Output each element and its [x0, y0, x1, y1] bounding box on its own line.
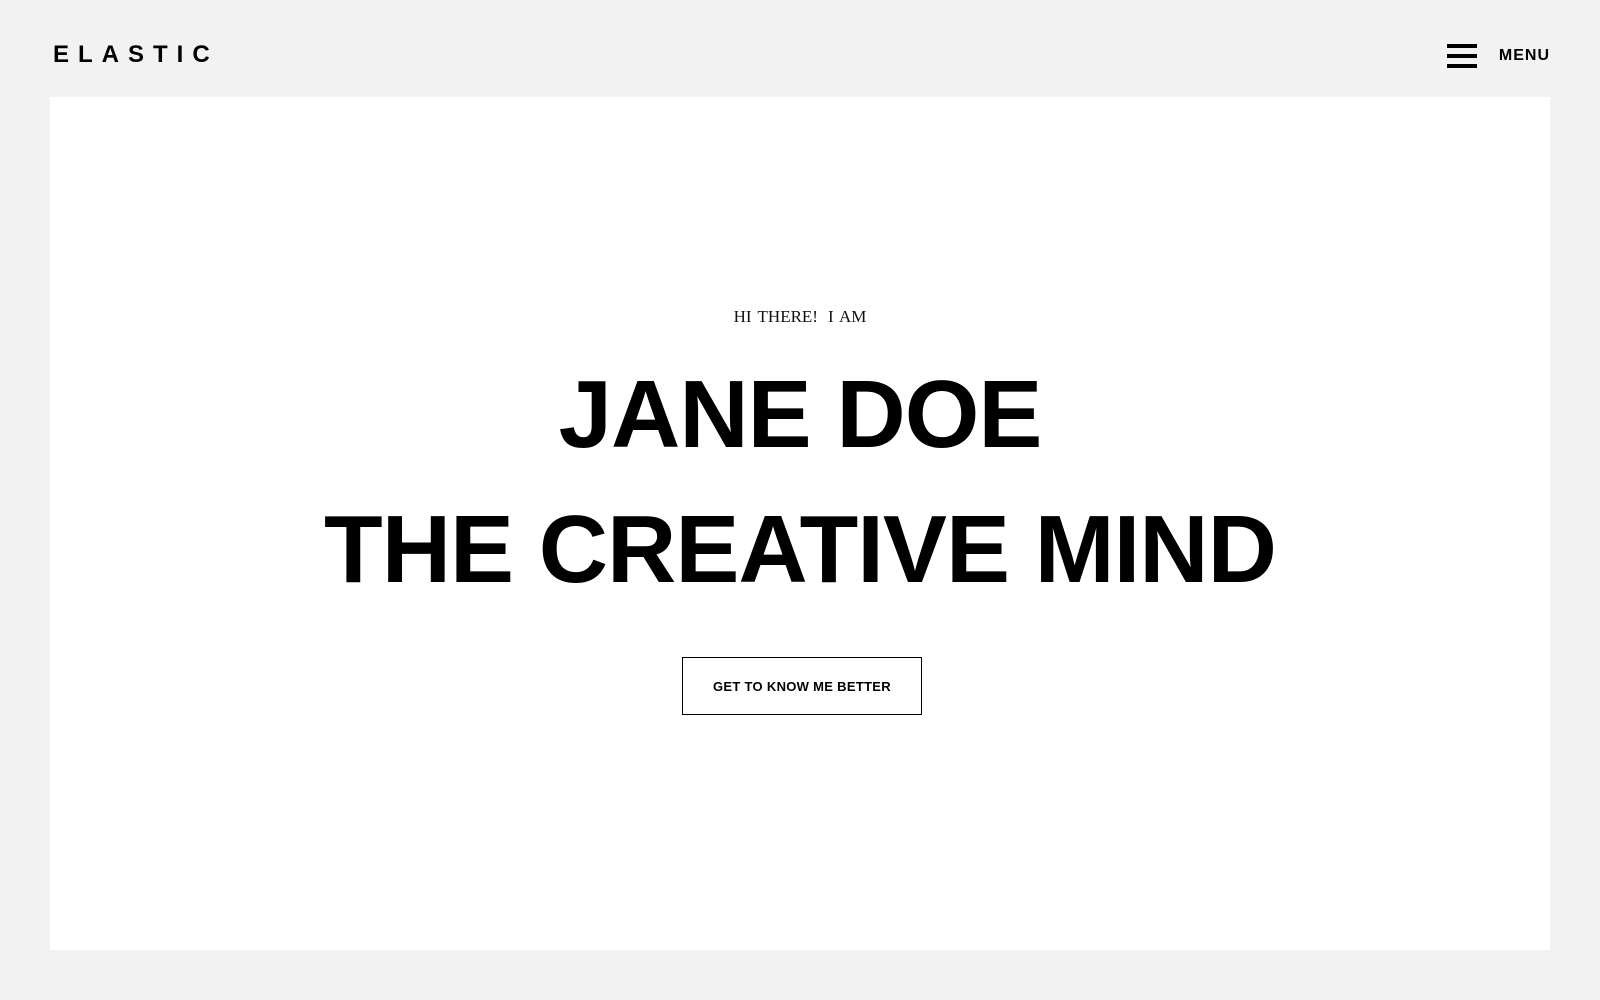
menu-toggle-button[interactable]: MENU [1446, 42, 1550, 70]
greeting-text-iam: I AM [827, 307, 867, 326]
greeting-text: HI THERE! [733, 307, 818, 326]
hero-name: JANE DOE [558, 361, 1043, 468]
hamburger-line [1446, 44, 1477, 48]
site-header: ELASTIC MENU [0, 0, 1600, 97]
site-logo[interactable]: ELASTIC [53, 40, 219, 70]
hamburger-line [1446, 64, 1477, 68]
menu-label[interactable]: MENU [1499, 47, 1550, 65]
get-to-know-me-button[interactable]: GET TO KNOW ME BETTER [682, 657, 922, 715]
hero-section: HI THERE! I AM JANE DOE THE CREATIVE MIND… [50, 97, 1550, 950]
hero-greeting: HI THERE! I AM [50, 307, 1550, 327]
hamburger-icon[interactable] [1446, 44, 1477, 68]
hamburger-line [1446, 54, 1477, 58]
hero-tagline: THE CREATIVE MIND [324, 496, 1277, 603]
